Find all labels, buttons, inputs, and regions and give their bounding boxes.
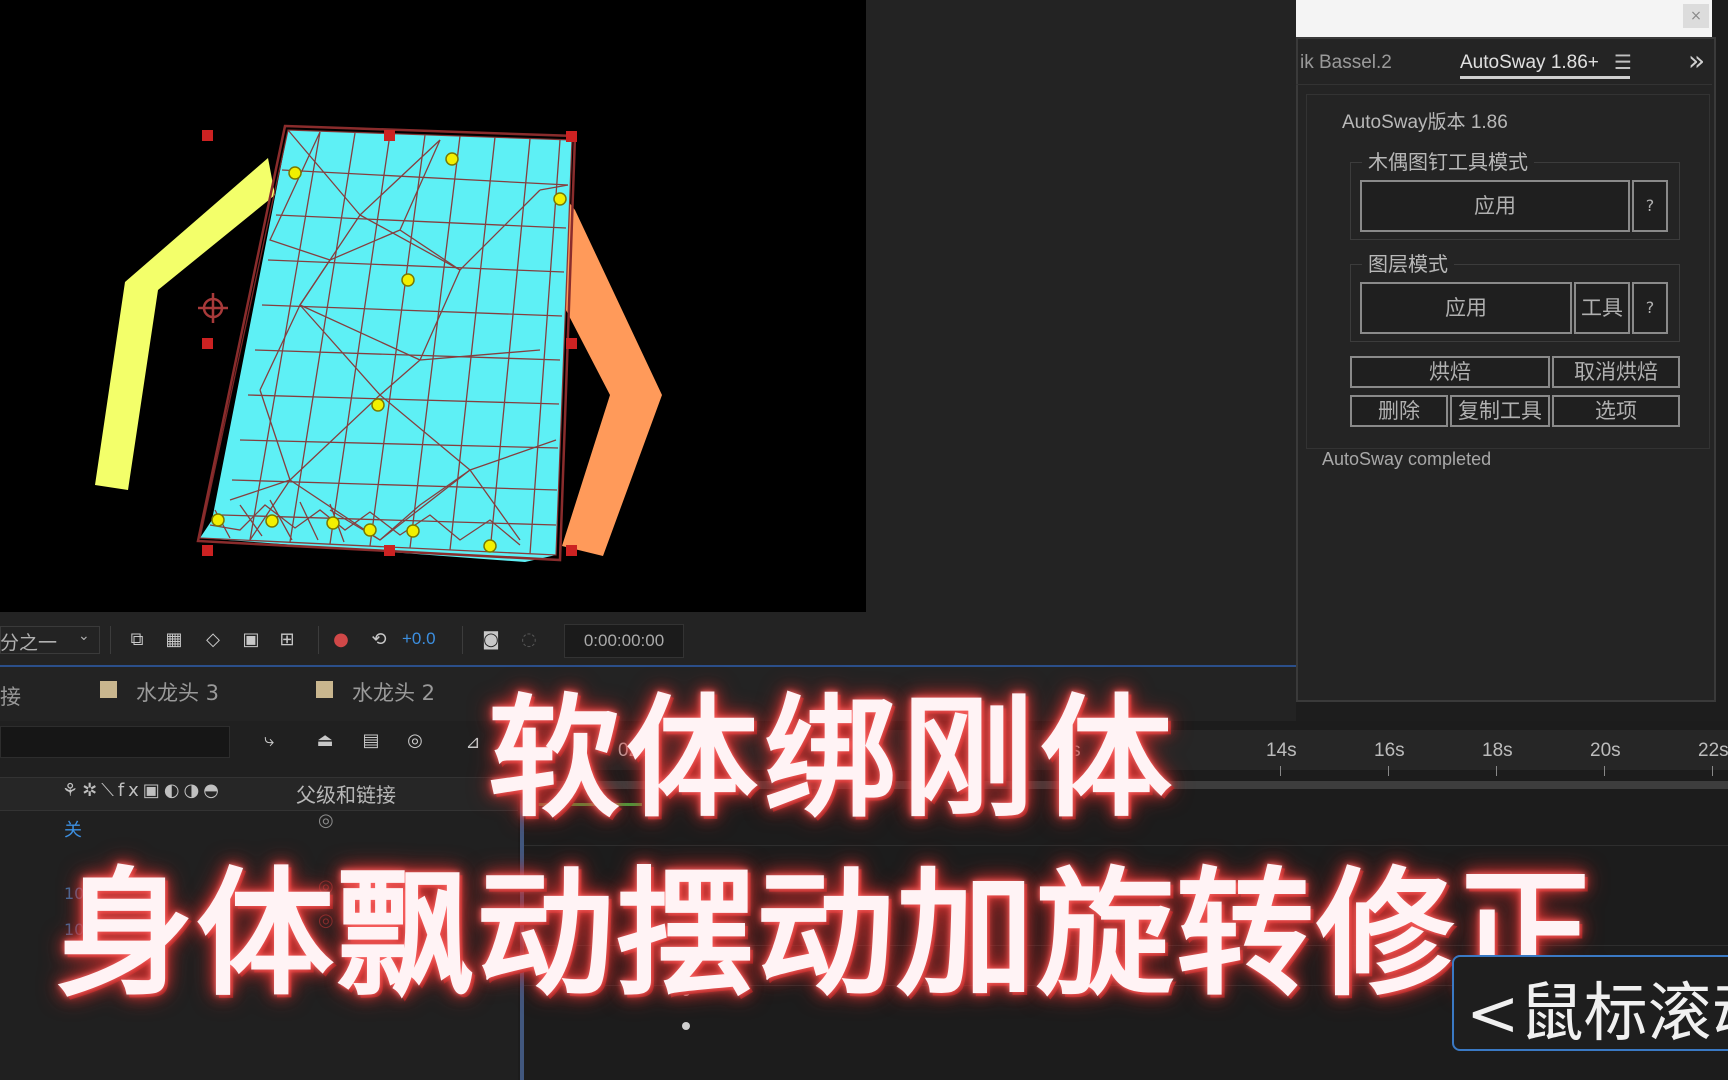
ruler-label: 22s [1698,740,1728,761]
layer-mode-title: 图层模式 [1362,248,1454,277]
layer-help-button[interactable]: ? [1632,282,1668,334]
viewer-background [866,0,1296,612]
comp-swatch [316,681,333,698]
flowchart-icon[interactable]: ⤷ [258,730,280,752]
parent-link-header: 父级和链接 [296,783,396,807]
ruler-label: 16s [1374,740,1405,761]
ruler-label: 20s [1590,740,1621,761]
bake-button[interactable]: 烘焙 [1350,356,1550,388]
composition-viewer[interactable] [0,0,866,612]
toolbar-separator [462,626,463,654]
expand-panels-icon[interactable]: » [1688,44,1705,77]
panel-titlebar [1296,0,1712,37]
delete-button[interactable]: 删除 [1350,395,1448,427]
close-icon[interactable]: × [1683,4,1709,28]
show-snapshot-icon[interactable]: ◌ [518,629,540,651]
region-of-interest-icon[interactable]: ▣ [240,629,262,651]
tab-link-fragment[interactable]: 接 [0,681,21,711]
ruler-tick [1496,766,1497,776]
ruler-tick [1712,766,1713,776]
layer-search-input[interactable] [0,726,230,758]
tab-faucet-3[interactable]: 水龙头 3 [136,677,219,707]
options-button[interactable]: 选项 [1552,395,1680,427]
copy-tool-button[interactable]: 复制工具 [1450,395,1550,427]
puppet-apply-button[interactable]: 应用 [1360,180,1630,232]
comp-swatch [100,681,117,698]
caption-title: 软体绑刚体 [488,682,1178,836]
toolbar-separator [318,626,319,654]
shy-layers-icon[interactable]: ⏏ [314,730,336,752]
motion-blur-icon[interactable]: ◎ [404,730,426,752]
anchor-point-icon [198,293,228,323]
scroll-hint-text: <鼠标滚动 [1466,977,1728,1051]
ruler-tick [1388,766,1389,776]
ruler-tick [1604,766,1605,776]
tab-bassel[interactable]: ik Bassel.2 [1300,52,1392,74]
unbake-button[interactable]: 取消烘焙 [1552,356,1680,388]
status-text: AutoSway completed [1322,449,1492,469]
layer-switches-icons[interactable]: ⚘✲⟍fx▣◐◑◓ [62,780,223,801]
toolbar-separator [110,626,111,654]
tab-faucet-2[interactable]: 水龙头 2 [352,677,435,707]
grid-guides-icon[interactable]: ⊞ [276,629,298,651]
layer-apply-button[interactable]: 应用 [1360,282,1572,334]
ruler-label: 14s [1266,740,1297,761]
layer-tool-button[interactable]: 工具 [1574,282,1630,334]
version-title: AutoSway版本 1.86 [1338,107,1512,134]
chevron-down-icon: ⌄ [78,628,90,644]
ruler-label: 18s [1482,740,1513,761]
panel-menu-icon[interactable]: ☰ [1614,50,1632,74]
frame-blending-icon[interactable]: ▤ [360,730,382,752]
graph-editor-icon[interactable]: ⊿ [462,732,484,754]
active-tab-indicator [1460,76,1630,79]
transparency-grid-icon[interactable]: ▦ [163,629,185,651]
viewer-canvas[interactable] [0,0,866,612]
puppet-help-button[interactable]: ? [1632,180,1668,232]
resolution-value: 分之一 [0,632,58,654]
fast-preview-icon[interactable]: ⧉ [126,629,148,651]
exposure-reset-icon[interactable]: ⟲ [368,629,390,651]
tab-autosway[interactable]: AutoSway 1.86+ [1460,52,1599,74]
puppet-mode-title: 木偶图钉工具模式 [1362,146,1534,175]
channels-icon[interactable]: ● [330,629,352,651]
camera-snapshot-icon[interactable]: ◙ [480,629,502,651]
mask-path-icon[interactable]: ◇ [202,629,224,651]
tab-divider [1296,84,1712,85]
ruler-tick [1280,766,1281,776]
caption-subtitle: 身体飘动摆动加旋转修正 [56,854,1597,1015]
exposure-value[interactable]: +0.0 [402,629,436,649]
keyframe-dot[interactable] [682,1022,690,1030]
